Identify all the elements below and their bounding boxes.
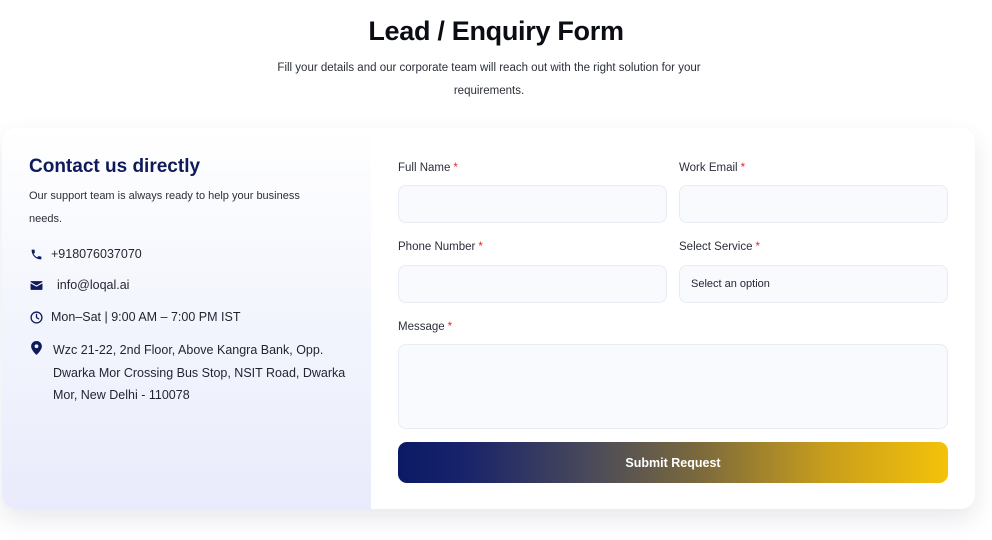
required-mark: *: [740, 162, 746, 174]
contact-address-text: Wzc 21-22, 2nd Floor, Above Kangra Bank,…: [53, 343, 346, 402]
contact-address: Wzc 21-22, 2nd Floor, Above Kangra Bank,…: [29, 339, 349, 407]
mail-icon: [29, 278, 43, 292]
submit-request-button[interactable]: Submit Request: [398, 442, 948, 483]
page-subtitle: Fill your details and our corporate team…: [277, 62, 701, 97]
work-email-label: Work Email *: [679, 162, 745, 174]
contact-description: Our support team is always ready to help…: [29, 190, 300, 225]
phone-number-label-text: Phone Number: [398, 241, 476, 253]
required-mark: *: [447, 321, 453, 333]
phone-number-input[interactable]: [398, 265, 667, 303]
clock-icon: [29, 310, 43, 324]
contact-hours-text: Mon–Sat | 9:00 AM – 7:00 PM IST: [51, 310, 241, 324]
full-name-input[interactable]: [398, 185, 667, 223]
service-select[interactable]: Select an option: [679, 265, 948, 303]
message-label: Message *: [398, 321, 452, 333]
work-email-input[interactable]: [679, 185, 948, 223]
contact-title: Contact us directly: [29, 156, 201, 177]
contact-hours: Mon–Sat | 9:00 AM – 7:00 PM IST: [29, 308, 240, 326]
message-label-text: Message: [398, 321, 445, 333]
enquiry-card: Contact us directly Our support team is …: [2, 128, 975, 509]
required-mark: *: [755, 241, 760, 253]
page-title: Lead / Enquiry Form: [368, 16, 624, 46]
phone-number-label: Phone Number *: [398, 241, 483, 253]
location-pin-icon: [29, 341, 43, 355]
contact-email[interactable]: info@loqal.ai: [29, 276, 129, 294]
required-mark: *: [453, 162, 458, 174]
enquiry-form: Full Name * Work Email * Phone Number * Sel…: [371, 128, 975, 509]
contact-phone-text: +918076037070: [51, 247, 142, 261]
work-email-label-text: Work Email: [679, 162, 738, 174]
contact-phone[interactable]: +918076037070: [29, 245, 142, 263]
page: Lead / Enquiry Form Fill your details an…: [0, 0, 992, 540]
message-textarea[interactable]: [398, 344, 948, 429]
phone-icon: [29, 247, 43, 261]
select-service-label-text: Select Service: [679, 241, 753, 253]
select-service-label: Select Service *: [679, 241, 760, 253]
required-mark: *: [478, 241, 483, 253]
full-name-label-text: Full Name: [398, 162, 451, 174]
full-name-label: Full Name *: [398, 162, 458, 174]
contact-email-text: info@loqal.ai: [57, 278, 130, 292]
contact-panel: Contact us directly Our support team is …: [2, 128, 371, 509]
